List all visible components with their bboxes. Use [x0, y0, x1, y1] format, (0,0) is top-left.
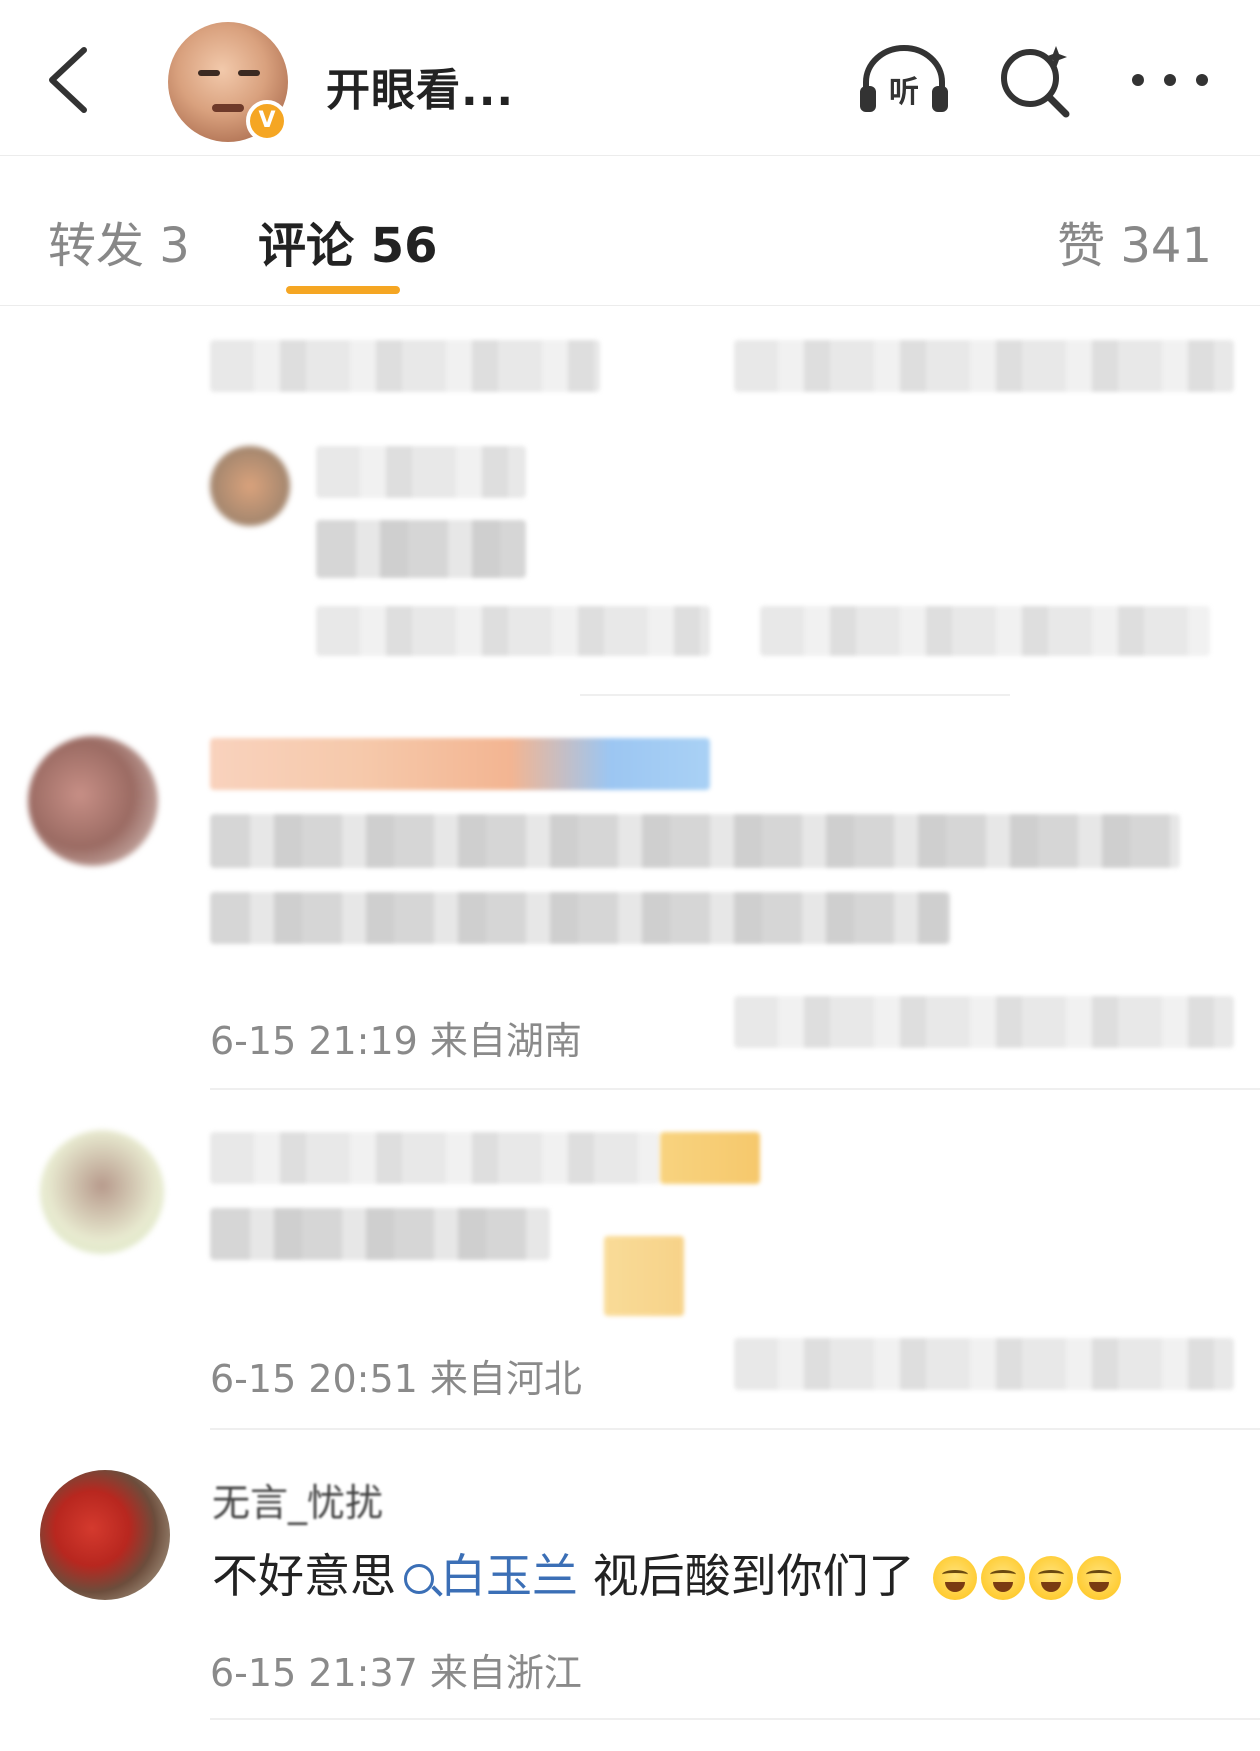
comment-tabs: 转发 3 评论 56 赞 341 [0, 156, 1260, 306]
top-bar: V 开眼看... 听 [0, 0, 1260, 156]
blurred-text [316, 606, 710, 656]
divider [210, 1718, 1260, 1720]
commenter-avatar[interactable] [40, 1130, 164, 1254]
blurred-comment-text [210, 892, 950, 944]
back-icon[interactable] [40, 40, 100, 120]
active-tab-indicator [286, 286, 400, 294]
commenter-avatar[interactable] [40, 1470, 170, 1600]
blurred-comment-text [210, 814, 1180, 868]
laughing-crying-emoji-icon [933, 1556, 978, 1600]
more-icon[interactable] [1124, 40, 1216, 120]
divider [580, 694, 1010, 696]
avatar-mouth [212, 104, 244, 112]
blurred-text [316, 446, 526, 498]
blurred-actions [734, 1338, 1234, 1390]
avatar-eye [238, 70, 260, 76]
tab-like[interactable]: 赞 341 [1057, 206, 1212, 276]
laughing-crying-emoji-icon [1077, 1556, 1122, 1600]
comment-meta: 6-15 21:37 来自浙江 [210, 1651, 582, 1695]
listen-icon[interactable]: 听 [856, 40, 952, 120]
comment-text-after: 视后酸到你们了 [578, 1549, 915, 1603]
blurred-emoji [604, 1236, 684, 1316]
blurred-avatar [210, 446, 290, 526]
blurred-actions [734, 996, 1234, 1048]
laughing-crying-emoji-icon [981, 1556, 1026, 1600]
blurred-comment-text [210, 1208, 550, 1260]
comment-meta: 6-15 21:19 来自湖南 [210, 1019, 582, 1063]
comment-meta: 6-15 20:51 来自河北 [210, 1357, 582, 1401]
divider [210, 1428, 1260, 1430]
comment-text: 不好意思 白玉兰 视后酸到你们了 [212, 1540, 1122, 1606]
blurred-actions [760, 606, 1210, 656]
blurred-badge [660, 1132, 760, 1184]
commenter-name[interactable]: 无言_忧扰 [212, 1472, 383, 1527]
comment-text-before: 不好意思 [212, 1549, 396, 1603]
tab-repost[interactable]: 转发 3 [48, 206, 190, 276]
blurred-username [210, 738, 710, 790]
avatar-eye [198, 70, 220, 76]
blurred-text [316, 520, 526, 578]
blurred-actions [734, 340, 1234, 392]
mention-search-icon [404, 1564, 434, 1594]
verified-badge-icon: V [246, 100, 288, 142]
commenter-avatar[interactable] [28, 736, 158, 866]
blurred-username [210, 1132, 660, 1184]
page-title[interactable]: 开眼看... [326, 54, 514, 118]
laughing-crying-emoji-icon [1029, 1556, 1074, 1600]
blurred-text [210, 340, 600, 392]
tab-comment[interactable]: 评论 56 [258, 206, 438, 276]
divider [210, 1088, 1260, 1090]
mention-link[interactable]: 白玉兰 [440, 1549, 578, 1603]
listen-label: 听 [889, 75, 919, 110]
search-icon[interactable] [996, 40, 1076, 120]
